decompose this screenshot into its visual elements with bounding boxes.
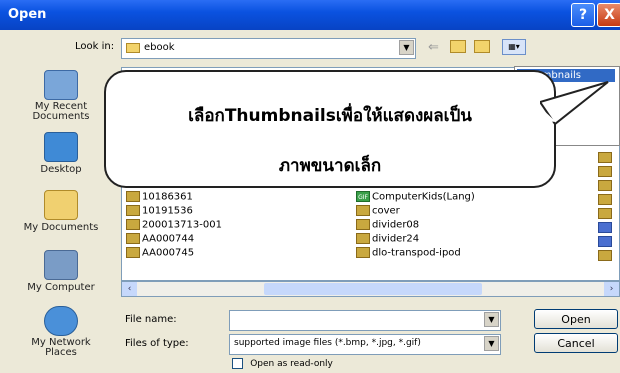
list-item[interactable]: cover — [356, 205, 400, 217]
image-file-icon — [598, 208, 612, 219]
list-item[interactable]: 200013713-001 — [126, 219, 222, 231]
place-label: My Network Places — [31, 337, 91, 358]
window-title: Open — [8, 7, 47, 22]
checkbox-box[interactable] — [232, 358, 243, 369]
look-in-label: Look in: — [75, 41, 115, 52]
look-in-value: ebook — [144, 42, 175, 53]
place-label: My Recent Documents — [32, 101, 90, 122]
scroll-right-icon[interactable]: › — [604, 282, 619, 296]
new-folder-icon[interactable] — [474, 40, 490, 53]
help-button[interactable]: ? — [571, 3, 595, 27]
chevron-down-icon[interactable]: ▼ — [484, 312, 499, 327]
image-file-icon — [598, 194, 612, 205]
my-computer-icon — [44, 250, 78, 280]
image-file-icon — [598, 166, 612, 177]
horizontal-scrollbar[interactable]: ‹ › — [121, 281, 620, 297]
image-file-icon — [356, 247, 370, 258]
back-icon[interactable]: ⇐ — [428, 40, 439, 55]
cancel-button[interactable]: Cancel — [534, 333, 618, 353]
image-file-icon — [598, 250, 612, 261]
image-file-icon — [598, 180, 612, 191]
place-label: My Documents — [23, 222, 99, 233]
image-file-icon — [356, 205, 370, 216]
callout-line-2: ภาพขนาดเล็ก — [278, 156, 382, 176]
place-desktop[interactable]: Desktop — [2, 132, 120, 175]
look-in-dropdown[interactable]: ebook ▼ — [121, 38, 416, 59]
list-item[interactable]: 10186361 — [126, 191, 193, 203]
image-file-icon — [126, 233, 140, 244]
place-label: My Computer — [27, 282, 95, 293]
scroll-left-icon[interactable]: ‹ — [122, 282, 137, 296]
file-name-label: File name: — [125, 314, 177, 325]
scroll-thumb[interactable] — [264, 283, 482, 295]
title-bar: Open ? X — [0, 0, 620, 30]
views-menu-icon[interactable]: ▦▾ — [502, 39, 526, 55]
callout-line-1: เลือกThumbnailsเพื่อให้แสดงผลเป็น — [188, 106, 472, 126]
image-file-icon — [598, 236, 612, 247]
image-file-icon — [126, 205, 140, 216]
list-item[interactable]: 10191536 — [126, 205, 193, 217]
callout-annotation: เลือกThumbnailsเพื่อให้แสดงผลเป็น ภาพขนา… — [104, 70, 556, 188]
file-type-select[interactable]: supported image files (*.bmp, *.jpg, *.g… — [229, 334, 501, 355]
image-file-icon — [126, 219, 140, 230]
list-item[interactable]: AA000745 — [126, 247, 194, 259]
desktop-icon — [44, 132, 78, 162]
open-button[interactable]: Open — [534, 309, 618, 329]
list-item[interactable]: AA000744 — [126, 233, 194, 245]
network-places-icon — [44, 306, 78, 336]
image-file-icon — [126, 247, 140, 258]
my-documents-icon — [44, 190, 78, 220]
list-item[interactable]: divider08 — [356, 219, 419, 231]
partial-file-column — [598, 146, 618, 266]
list-item[interactable]: divider24 — [356, 233, 419, 245]
toolbar: ⇐ ▦▾ — [428, 38, 538, 58]
place-my-computer[interactable]: My Computer — [2, 250, 120, 293]
up-folder-icon[interactable] — [450, 40, 466, 53]
image-file-icon — [356, 233, 370, 244]
image-file-icon — [598, 152, 612, 163]
gif-file-icon: GIF — [356, 191, 370, 202]
chevron-down-icon[interactable]: ▼ — [484, 336, 499, 351]
folder-icon — [126, 43, 140, 53]
place-label: Desktop — [40, 164, 82, 175]
file-name-input[interactable]: ▼ — [229, 310, 501, 331]
image-file-icon — [356, 219, 370, 230]
file-type-label: Files of type: — [125, 338, 189, 349]
list-item[interactable]: dlo-transpod-ipod — [356, 247, 461, 259]
recent-docs-icon — [44, 70, 78, 100]
callout-pointer — [540, 81, 609, 126]
places-bar: My Recent Documents Desktop My Documents… — [2, 66, 120, 366]
close-button[interactable]: X — [597, 3, 620, 27]
read-only-checkbox[interactable]: Open as read-only — [232, 358, 333, 370]
place-recent-documents[interactable]: My Recent Documents — [2, 70, 120, 122]
list-item[interactable]: GIF ComputerKids(Lang) — [356, 191, 475, 203]
chevron-down-icon[interactable]: ▼ — [399, 40, 414, 55]
file-type-value: supported image files (*.bmp, *.jpg, *.g… — [234, 338, 421, 348]
image-file-icon — [126, 191, 140, 202]
place-my-documents[interactable]: My Documents — [2, 190, 120, 233]
image-file-icon — [598, 222, 612, 233]
place-network[interactable]: My Network Places — [2, 306, 120, 358]
